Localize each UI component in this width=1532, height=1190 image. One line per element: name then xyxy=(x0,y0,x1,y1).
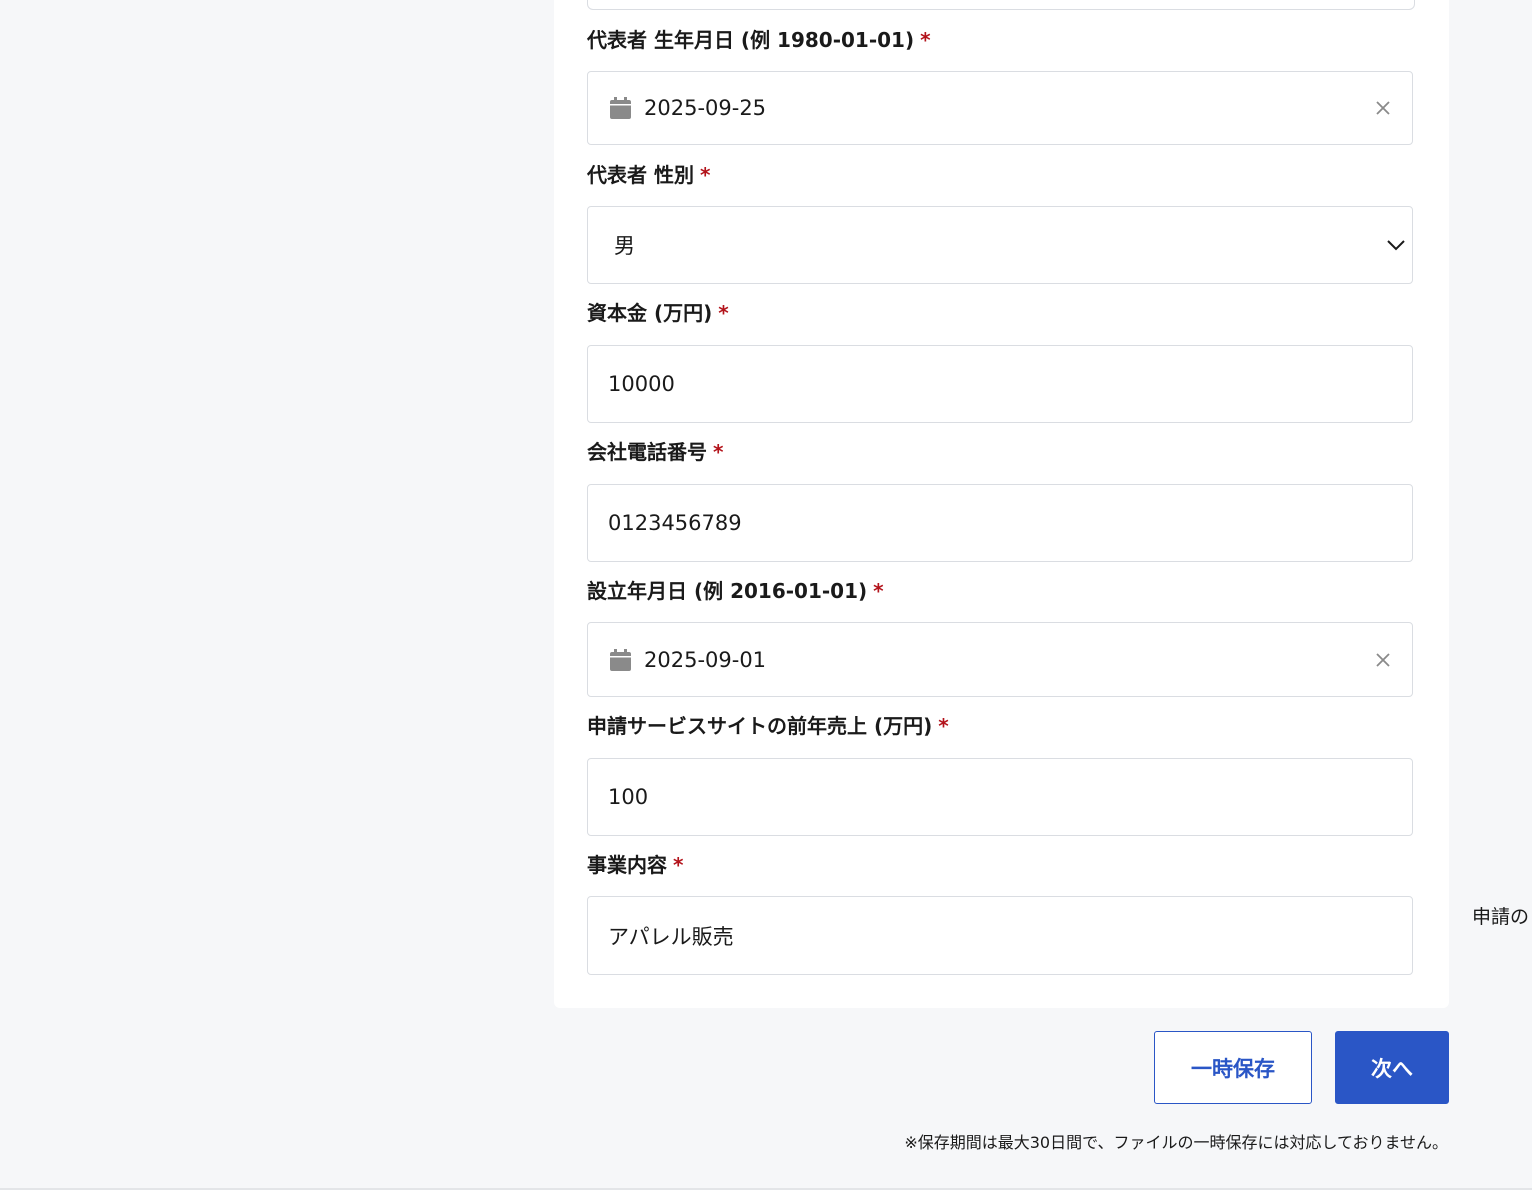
calendar-icon[interactable] xyxy=(610,97,631,119)
phone-label-text: 会社電話番号 xyxy=(587,440,707,464)
phone-value: 0123456789 xyxy=(608,511,742,535)
sales-label: 申請サービスサイトの前年売上 (万円) * xyxy=(587,712,949,740)
phone-input[interactable]: 0123456789 xyxy=(587,484,1413,562)
required-mark: * xyxy=(938,714,949,738)
business-value: アパレル販売 xyxy=(608,924,734,949)
required-mark: * xyxy=(920,28,931,52)
established-date-value: 2025-09-01 xyxy=(644,647,767,672)
gender-select[interactable]: 男 xyxy=(587,206,1413,284)
capital-value: 10000 xyxy=(608,372,675,396)
business-label: 事業内容 * xyxy=(587,851,683,879)
calendar-icon[interactable] xyxy=(610,648,631,671)
required-mark: * xyxy=(713,440,724,464)
sales-label-text: 申請サービスサイトの前年売上 (万円) xyxy=(587,714,933,738)
form-card: 代表者 生年月日 (例 1980-01-01) * 2025-09-25 代表者 … xyxy=(554,0,1449,1008)
gender-label-text: 代表者 性別 xyxy=(587,163,694,187)
capital-label-text: 資本金 (万円) xyxy=(587,301,713,325)
birthdate-label: 代表者 生年月日 (例 1980-01-01) * xyxy=(587,26,931,54)
previous-field-input[interactable] xyxy=(587,0,1415,10)
birthdate-label-text: 代表者 生年月日 (例 1980-01-01) xyxy=(587,28,915,52)
close-icon[interactable] xyxy=(1374,99,1392,117)
required-mark: * xyxy=(718,301,729,325)
sales-value: 100 xyxy=(608,785,649,809)
business-input[interactable]: アパレル販売 xyxy=(587,896,1413,975)
next-button[interactable]: 次へ xyxy=(1335,1031,1449,1104)
temporary-save-button[interactable]: 一時保存 xyxy=(1154,1031,1312,1104)
established-date-label: 設立年月日 (例 2016-01-01) * xyxy=(587,577,884,605)
gender-value: 男 xyxy=(614,234,635,258)
chevron-down-icon[interactable] xyxy=(1386,238,1406,252)
required-mark: * xyxy=(873,579,884,603)
capital-input[interactable]: 10000 xyxy=(587,345,1413,423)
save-period-note: ※保存期間は最大30日間で、ファイルの一時保存には対応しておりません。 xyxy=(904,1133,1448,1152)
birthdate-input[interactable]: 2025-09-25 xyxy=(587,71,1413,145)
side-panel-text: 申請の xyxy=(1472,906,1530,928)
sales-input[interactable]: 100 xyxy=(587,758,1413,836)
required-mark: * xyxy=(673,853,684,877)
established-date-label-text: 設立年月日 (例 2016-01-01) xyxy=(587,579,868,603)
close-icon[interactable] xyxy=(1374,651,1392,669)
required-mark: * xyxy=(699,163,711,187)
birthdate-value: 2025-09-25 xyxy=(644,96,767,120)
capital-label: 資本金 (万円) * xyxy=(587,299,729,327)
gender-label: 代表者 性別 * xyxy=(587,161,710,189)
phone-label: 会社電話番号 * xyxy=(587,438,723,466)
business-label-text: 事業内容 xyxy=(587,853,667,877)
established-date-input[interactable]: 2025-09-01 xyxy=(587,622,1413,697)
